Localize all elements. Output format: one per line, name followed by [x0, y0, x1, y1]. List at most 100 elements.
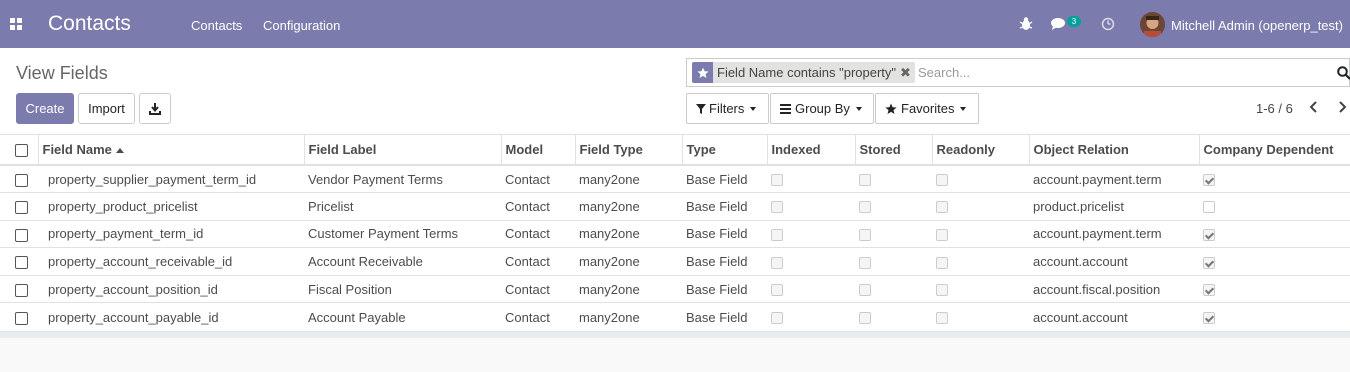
field-label-cell: Pricelist	[304, 192, 501, 221]
create-button[interactable]: Create	[16, 93, 74, 124]
column-header-field-type[interactable]: Field Type	[575, 135, 683, 166]
row-select-cell	[0, 192, 38, 221]
row-select-checkbox[interactable]	[15, 173, 28, 187]
field-label-cell: Vendor Payment Terms	[308, 171, 443, 187]
company-dependent-cell	[1199, 219, 1350, 248]
search-facet[interactable]: Field Name contains "property" ✖	[692, 62, 915, 83]
table-footer	[0, 331, 1350, 338]
company-dependent-cell	[1199, 302, 1350, 331]
sort-asc-icon	[115, 148, 124, 154]
filter-icon	[696, 103, 706, 114]
indexed-checkbox	[771, 256, 783, 269]
company-dependent-checkbox	[1203, 174, 1215, 187]
field-type-cell: many2one	[575, 219, 682, 248]
column-header-readonly[interactable]: Readonly	[932, 135, 1030, 166]
row-select-checkbox[interactable]	[15, 256, 28, 270]
column-label: Field Name	[42, 142, 112, 157]
column-header-type[interactable]: Type	[682, 135, 768, 166]
filters-label: Filters	[709, 101, 745, 116]
company-dependent-checkbox	[1203, 312, 1215, 325]
row-select-checkbox[interactable]	[15, 283, 28, 297]
groupby-dropdown[interactable]: Group By	[770, 93, 874, 124]
object-relation-cell: account.payment.term	[1033, 171, 1162, 187]
object-relation-cell: account.account	[1029, 302, 1199, 331]
close-icon[interactable]: ✖	[900, 65, 915, 81]
readonly-cell	[932, 302, 1029, 331]
column-header-indexed[interactable]: Indexed	[767, 135, 856, 166]
object-relation-cell: account.fiscal.position	[1029, 274, 1199, 303]
search-icon[interactable]	[1337, 66, 1350, 80]
type-cell: Base Field	[682, 192, 767, 221]
search-box[interactable]: Field Name contains "property" ✖	[686, 58, 1350, 87]
app-name[interactable]: Contacts	[48, 12, 131, 36]
row-select-checkbox[interactable]	[15, 311, 28, 325]
menu-item-contacts[interactable]: Contacts	[191, 18, 242, 33]
type-cell: Base Field	[682, 274, 767, 303]
table-header-row: Field Name Field Label Model Field Type …	[0, 135, 1350, 166]
table-row[interactable]: property_payment_term_id Customer Payment…	[0, 219, 1350, 248]
list-icon	[780, 103, 791, 114]
indexed-cell	[767, 274, 855, 303]
table-row[interactable]: property_account_receivable_id Account Re…	[0, 247, 1350, 276]
top-navbar: Contacts Contacts Configuration 3 Mitche…	[0, 0, 1350, 48]
company-dependent-checkbox	[1203, 229, 1215, 242]
column-header-model[interactable]: Model	[501, 135, 576, 166]
search-input[interactable]	[918, 65, 1318, 80]
readonly-checkbox	[936, 201, 948, 214]
row-select-cell	[0, 302, 38, 331]
column-header-field-label[interactable]: Field Label	[304, 135, 502, 166]
table-row[interactable]: property_account_position_id Fiscal Posit…	[0, 274, 1350, 303]
row-select-checkbox[interactable]	[15, 228, 28, 242]
favorites-dropdown[interactable]: Favorites	[875, 93, 979, 124]
chevron-left-icon[interactable]	[1308, 100, 1320, 114]
message-count-badge: 3	[1067, 16, 1081, 27]
stored-cell	[855, 302, 932, 331]
indexed-checkbox	[771, 229, 783, 242]
row-select-checkbox[interactable]	[15, 200, 28, 214]
control-panel: View Fields Create Import Field Name con…	[0, 48, 1350, 135]
caret-down-icon	[750, 106, 757, 111]
column-header-field-name[interactable]: Field Name	[38, 135, 305, 166]
indexed-cell	[767, 165, 855, 193]
chat-icon[interactable]	[1051, 16, 1068, 32]
filters-dropdown[interactable]: Filters	[686, 93, 769, 124]
star-icon	[692, 62, 713, 83]
column-header-company-dependent[interactable]: Company Dependent	[1199, 135, 1350, 166]
avatar[interactable]	[1140, 12, 1165, 37]
apps-grid-icon[interactable]	[10, 18, 22, 30]
table-row[interactable]: property_supplier_payment_term_id Vendor …	[0, 165, 1350, 193]
row-select-cell	[0, 247, 38, 276]
user-menu[interactable]: Mitchell Admin (openerp_test)	[1171, 18, 1343, 33]
fields-table: Field Name Field Label Model Field Type …	[0, 135, 1350, 331]
pager-value[interactable]: 1-6 / 6	[1256, 101, 1293, 116]
table-row[interactable]: property_account_payable_id Account Payab…	[0, 302, 1350, 331]
stored-cell	[855, 192, 932, 221]
indexed-cell	[767, 192, 855, 221]
column-header-object-relation[interactable]: Object Relation	[1029, 135, 1200, 166]
readonly-checkbox	[936, 256, 948, 269]
readonly-cell	[932, 219, 1029, 248]
indexed-checkbox	[771, 201, 783, 214]
download-button[interactable]	[139, 93, 171, 124]
object-relation-cell: product.pricelist	[1029, 192, 1199, 221]
object-relation-cell: account.payment.term	[1029, 219, 1199, 248]
field-type-cell: many2one	[579, 171, 640, 187]
readonly-cell	[932, 192, 1029, 221]
select-all-checkbox[interactable]	[15, 144, 28, 158]
menu-item-configuration[interactable]: Configuration	[263, 18, 340, 33]
object-relation-cell: account.account	[1029, 247, 1199, 276]
column-header-stored[interactable]: Stored	[855, 135, 933, 166]
model-cell: Contact	[501, 274, 575, 303]
model-cell: Contact	[501, 192, 575, 221]
clock-icon[interactable]	[1101, 16, 1115, 32]
table-row[interactable]: property_product_pricelist Pricelist Conta…	[0, 192, 1350, 221]
bug-icon[interactable]	[1019, 16, 1033, 32]
indexed-checkbox	[771, 284, 783, 297]
readonly-checkbox	[936, 284, 948, 297]
indexed-checkbox	[771, 174, 783, 187]
field-label-cell: Account Payable	[304, 302, 501, 331]
caret-down-icon	[960, 106, 967, 111]
field-name-cell: property_product_pricelist	[38, 192, 304, 221]
chevron-right-icon[interactable]	[1336, 100, 1348, 114]
import-button[interactable]: Import	[78, 93, 135, 124]
